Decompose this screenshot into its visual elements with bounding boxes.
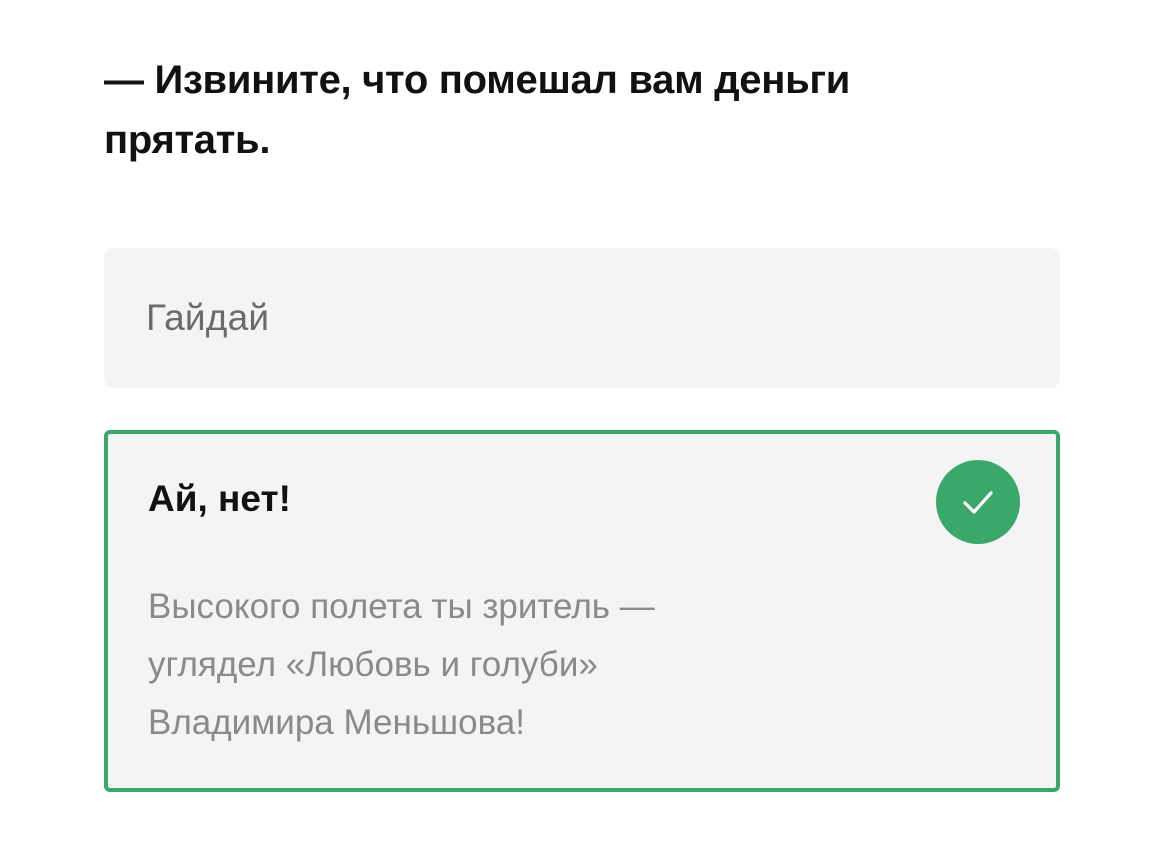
result-title: Ай, нет! bbox=[148, 478, 291, 519]
answer-result-card: Ай, нет! Высокого полета ты зритель — уг… bbox=[104, 430, 1060, 792]
result-explanation: Высокого полета ты зритель — углядел «Лю… bbox=[148, 578, 968, 752]
result-line: углядел «Любовь и голуби» bbox=[148, 645, 598, 684]
result-line: Высокого полета ты зритель — bbox=[148, 587, 655, 626]
check-icon bbox=[936, 460, 1020, 544]
answer-option-label: Гайдай bbox=[146, 297, 270, 338]
quiz-page: — Извините, что помешал вам деньги прята… bbox=[0, 0, 1150, 864]
result-line: Владимира Меньшова! bbox=[148, 703, 525, 742]
answer-option-gaidai[interactable]: Гайдай bbox=[104, 248, 1060, 388]
quiz-question: — Извините, что помешал вам деньги прята… bbox=[104, 58, 851, 162]
